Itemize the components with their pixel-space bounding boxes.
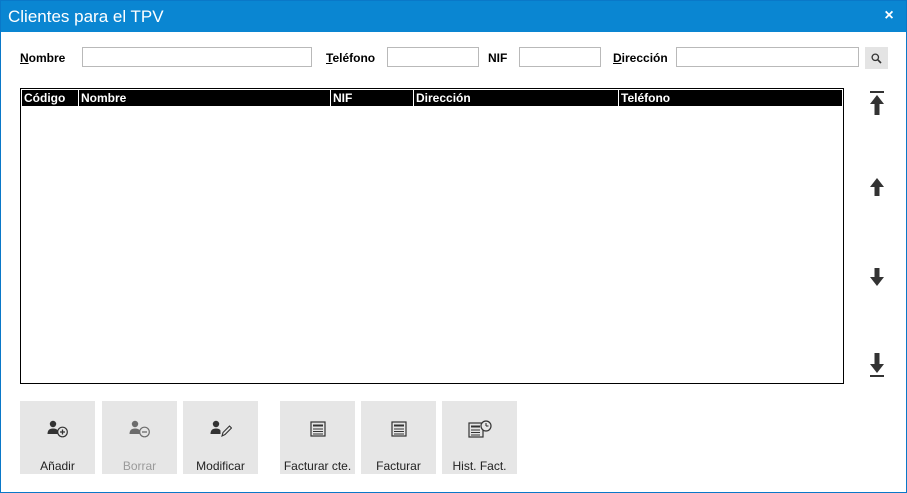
first-record-button[interactable] (865, 89, 889, 117)
column-header-telefono[interactable]: Teléfono (618, 90, 842, 106)
invoice-button-label: Facturar (376, 459, 421, 473)
invoice-icon (309, 421, 326, 437)
arrow-up-icon (870, 178, 884, 196)
add-client-button[interactable]: Añadir (20, 401, 95, 474)
nif-field[interactable] (519, 47, 601, 67)
delete-client-button[interactable]: Borrar (102, 401, 177, 474)
arrow-to-top-icon (870, 91, 884, 115)
window-title: Clientes para el TPV (8, 7, 164, 26)
invoice-history-button[interactable]: Hist. Fact. (442, 401, 517, 474)
arrow-to-bottom-icon (870, 353, 884, 377)
search-icon (871, 52, 882, 64)
invoice-customer-button[interactable]: Facturar cte. (280, 401, 355, 474)
modify-button-label: Modificar (196, 459, 245, 473)
next-record-button[interactable] (865, 263, 889, 291)
column-header-nif[interactable]: NIF (330, 90, 413, 106)
clientes-tpv-dialog: Clientes para el TPV × Nombre Teléfono N… (0, 0, 907, 493)
direccion-label: Dirección (613, 51, 668, 65)
invoice-history-label: Hist. Fact. (452, 459, 507, 473)
title-bar: Clientes para el TPV × (1, 1, 906, 32)
clients-table[interactable]: Código Nombre NIF Dirección Teléfono (20, 88, 844, 384)
add-button-label: Añadir (40, 459, 75, 473)
remove-user-icon (129, 420, 150, 438)
column-header-codigo[interactable]: Código (22, 90, 78, 106)
previous-record-button[interactable] (865, 173, 889, 201)
telefono-label: Teléfono (326, 51, 376, 65)
nombre-label: Nombre (20, 51, 66, 65)
invoice-customer-label: Facturar cte. (283, 459, 352, 473)
nombre-field[interactable] (82, 47, 312, 67)
delete-button-label: Borrar (122, 459, 157, 473)
column-header-direccion[interactable]: Dirección (413, 90, 618, 106)
edit-user-icon (210, 420, 232, 438)
search-button[interactable] (865, 47, 888, 69)
nif-label: NIF (488, 51, 508, 65)
last-record-button[interactable] (865, 351, 889, 379)
invoice-history-icon (467, 420, 492, 438)
table-header: Código Nombre NIF Dirección Teléfono (22, 90, 842, 106)
telefono-field[interactable] (387, 47, 479, 67)
direccion-field[interactable] (676, 47, 859, 67)
arrow-down-icon (870, 268, 884, 286)
column-header-nombre[interactable]: Nombre (78, 90, 330, 106)
add-user-icon (47, 420, 68, 438)
invoice-button[interactable]: Facturar (361, 401, 436, 474)
invoice-icon (390, 421, 407, 437)
modify-client-button[interactable]: Modificar (183, 401, 258, 474)
close-button[interactable]: × (880, 5, 898, 27)
